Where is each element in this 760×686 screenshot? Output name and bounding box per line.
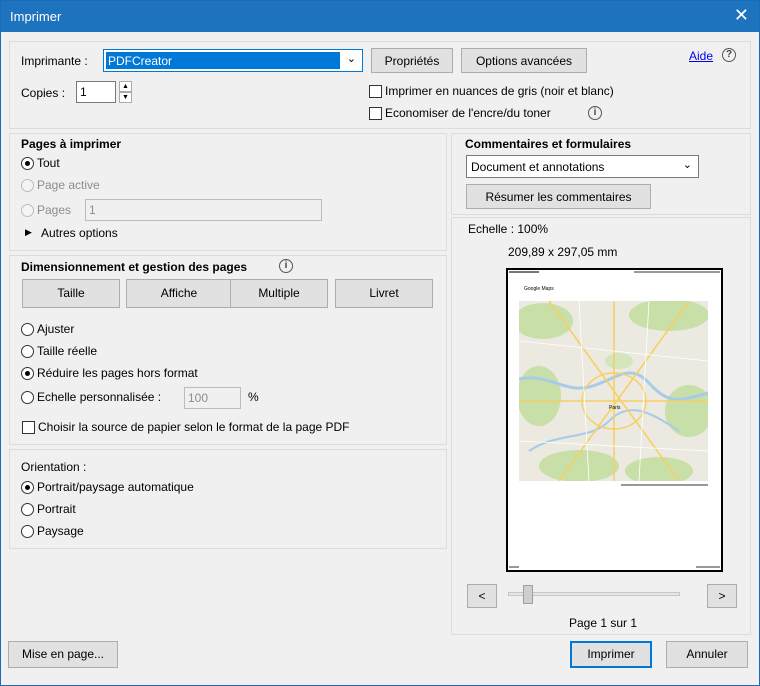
spin-down-icon[interactable]: ▼ xyxy=(119,92,132,103)
help-link[interactable]: Aide xyxy=(689,49,713,63)
save-ink-checkbox[interactable] xyxy=(369,107,382,120)
map-image: Paris xyxy=(519,301,708,481)
map-heading: Google Maps xyxy=(524,286,554,292)
paper-source-label: Choisir la source de papier selon le for… xyxy=(38,420,350,434)
orientation-auto-label: Portrait/paysage automatique xyxy=(37,480,194,494)
comments-title: Commentaires et formulaires xyxy=(465,137,632,151)
next-page-button[interactable]: > xyxy=(707,584,737,608)
summarize-comments-button[interactable]: Résumer les commentaires xyxy=(466,184,651,209)
printer-section: Imprimante : PDFCreator ⌄ Propriétés Opt… xyxy=(9,41,751,129)
help-icon[interactable]: ? xyxy=(722,48,736,62)
cancel-button[interactable]: Annuler xyxy=(666,641,748,668)
print-button[interactable]: Imprimer xyxy=(570,641,652,668)
pages-range-radio[interactable] xyxy=(21,204,34,217)
expand-triangle-icon[interactable]: ▶ xyxy=(25,227,32,238)
grayscale-label: Imprimer en nuances de gris (noir et bla… xyxy=(385,84,614,98)
spin-up-icon[interactable]: ▲ xyxy=(119,81,132,92)
shrink-radio[interactable] xyxy=(21,367,34,380)
landscape-radio[interactable] xyxy=(21,525,34,538)
pages-title: Pages à imprimer xyxy=(21,137,122,151)
orientation-section: Orientation : Portrait/paysage automatiq… xyxy=(9,449,447,549)
grayscale-checkbox[interactable] xyxy=(369,85,382,98)
printer-select[interactable]: PDFCreator ⌄ xyxy=(103,49,363,72)
sizing-section: Dimensionnement et gestion des pages i T… xyxy=(9,255,447,445)
map-city-label: Paris xyxy=(609,405,621,411)
poster-button[interactable]: Affiche xyxy=(126,279,232,308)
actual-size-radio[interactable] xyxy=(21,345,34,358)
title-bar: Imprimer ✕ xyxy=(1,1,759,32)
portrait-label: Portrait xyxy=(37,502,76,516)
copies-input[interactable]: 1 xyxy=(76,81,116,103)
comments-section: Commentaires et formulaires Document et … xyxy=(451,133,751,215)
properties-button[interactable]: Propriétés xyxy=(371,48,453,73)
shrink-label: Réduire les pages hors format xyxy=(37,366,198,380)
pages-all-radio[interactable] xyxy=(21,157,34,170)
preview-section: Echelle : 100% 209,89 x 297,05 mm Google… xyxy=(451,217,751,635)
info-icon[interactable]: i xyxy=(279,259,293,273)
more-options-label[interactable]: Autres options xyxy=(41,226,118,240)
preview-dimensions: 209,89 x 297,05 mm xyxy=(508,245,618,259)
orientation-title: Orientation : xyxy=(21,460,87,474)
copies-value: 1 xyxy=(80,85,87,99)
custom-scale-radio[interactable] xyxy=(21,391,34,404)
fit-label: Ajuster xyxy=(37,322,75,336)
close-icon[interactable]: ✕ xyxy=(734,6,749,24)
orientation-auto-radio[interactable] xyxy=(21,481,34,494)
pages-current-radio[interactable] xyxy=(21,179,34,192)
pages-range-input[interactable]: 1 xyxy=(85,199,322,221)
page-info: Page 1 sur 1 xyxy=(569,616,638,630)
pages-current-label: Page active xyxy=(37,178,100,192)
comments-select-value: Document et annotations xyxy=(471,160,605,174)
preview-scale: Echelle : 100% xyxy=(468,222,549,236)
custom-scale-label: Echelle personnalisée : xyxy=(37,390,162,404)
pages-section: Pages à imprimer Tout Page active Pages … xyxy=(9,133,447,251)
printer-select-value: PDFCreator xyxy=(108,54,173,68)
size-button[interactable]: Taille xyxy=(22,279,120,308)
map-graphic xyxy=(519,301,708,481)
page-setup-button[interactable]: Mise en page... xyxy=(8,641,118,668)
previous-page-button[interactable]: < xyxy=(467,584,497,608)
comments-select[interactable]: Document et annotations ⌄ xyxy=(466,155,699,178)
window-title: Imprimer xyxy=(10,9,62,24)
advanced-options-button[interactable]: Options avancées xyxy=(461,48,587,73)
copies-label: Copies : xyxy=(21,86,66,100)
percent-label: % xyxy=(248,390,259,404)
print-dialog: Imprimer ✕ Imprimante : PDFCreator ⌄ Pro… xyxy=(0,0,760,686)
pages-all-label: Tout xyxy=(37,156,60,170)
paper-source-checkbox[interactable] xyxy=(22,421,35,434)
chevron-down-icon: ⌄ xyxy=(682,159,692,171)
page-slider-track[interactable] xyxy=(508,592,680,596)
multiple-button[interactable]: Multiple xyxy=(230,279,328,308)
sizing-title: Dimensionnement et gestion des pages xyxy=(21,260,248,274)
page-slider-thumb[interactable] xyxy=(523,585,533,604)
info-icon[interactable]: i xyxy=(588,106,602,120)
page-preview: Google Maps Paris xyxy=(506,268,723,572)
actual-size-label: Taille réelle xyxy=(37,344,98,358)
save-ink-label: Economiser de l'encre/du toner xyxy=(385,106,551,120)
printer-label: Imprimante : xyxy=(21,54,88,68)
fit-radio[interactable] xyxy=(21,323,34,336)
portrait-radio[interactable] xyxy=(21,503,34,516)
chevron-down-icon: ⌄ xyxy=(346,53,356,65)
booklet-button[interactable]: Livret xyxy=(335,279,433,308)
pages-range-label: Pages xyxy=(37,203,72,217)
custom-scale-value: 100 xyxy=(188,391,209,405)
custom-scale-input[interactable]: 100 xyxy=(184,387,241,409)
pages-range-value: 1 xyxy=(89,203,96,217)
landscape-label: Paysage xyxy=(37,524,84,538)
